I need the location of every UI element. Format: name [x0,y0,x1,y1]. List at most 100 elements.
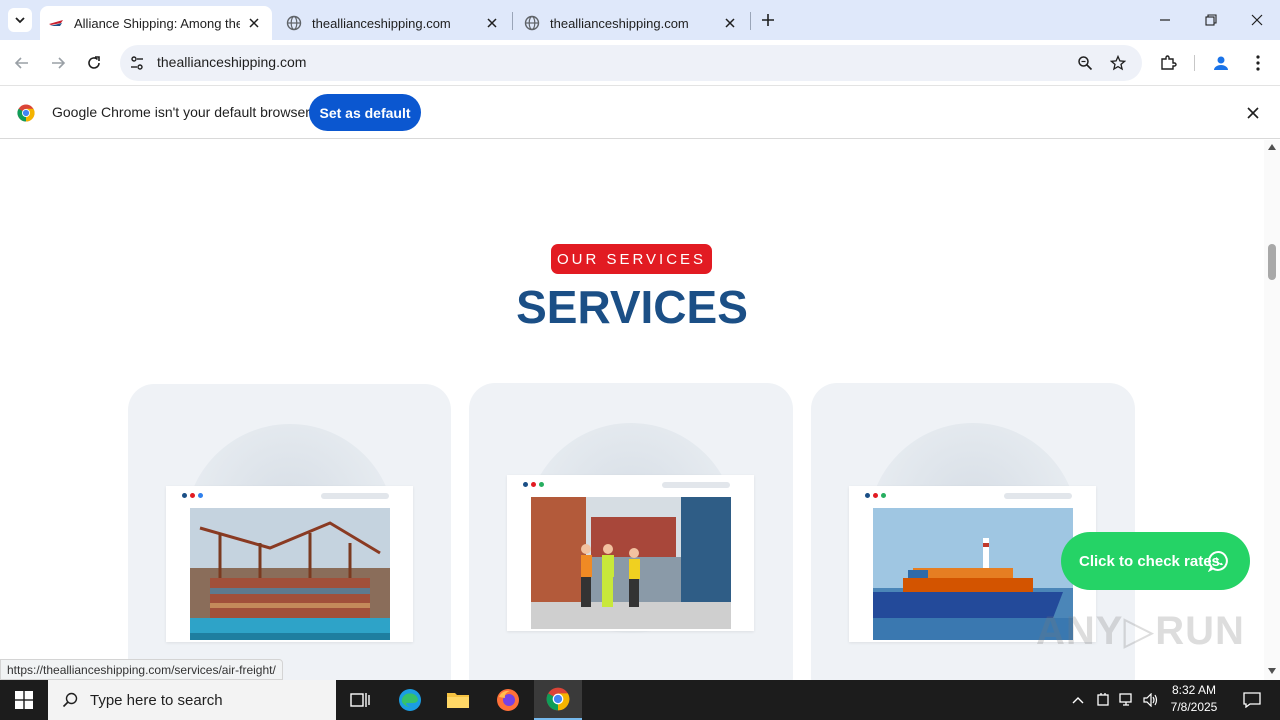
tab-close-icon[interactable] [246,15,262,31]
page-scrollbar[interactable] [1264,140,1280,680]
search-icon [62,692,78,708]
default-browser-infobar: Google Chrome isn't your default browser… [0,87,1280,139]
alliance-favicon-icon [49,20,63,26]
minimize-button[interactable] [1142,0,1188,40]
anyrun-watermark: ANY▷RUN [1036,609,1245,653]
tray-network-icon[interactable] [1116,680,1138,720]
whatsapp-rates-button[interactable]: Click to check rates [1061,532,1250,590]
port-cranes-image [190,508,390,640]
action-center-button[interactable] [1232,680,1272,720]
whatsapp-icon [1208,550,1228,572]
globe-icon [524,15,540,31]
infobar-message: Google Chrome isn't your default browser [52,104,310,120]
volume-icon [1143,693,1158,707]
star-icon[interactable] [1110,55,1126,71]
section-heading: SERVICES [516,281,748,333]
tab-title: Alliance Shipping: Among the T [74,15,240,31]
close-icon [1251,14,1263,26]
taskbar-search[interactable]: Type here to search [48,680,336,720]
service-card-warehousing[interactable] [469,383,793,680]
card-browser-frame [166,486,413,642]
tab-separator [750,12,751,30]
tab-search-button[interactable] [8,8,32,32]
frame-bar [662,482,730,488]
extensions-button[interactable] [1154,49,1182,77]
address-bar[interactable]: thealliance​shipping.com [120,45,1142,81]
clock-time: 8:32 AM [1171,683,1217,697]
device-icon [1097,693,1109,706]
chrome-logo-icon [17,104,35,122]
edge-icon [399,689,421,711]
windows-logo-icon [15,691,33,709]
scroll-up-icon[interactable] [1268,144,1276,150]
tray-volume-icon[interactable] [1140,680,1162,720]
tab-thealliance-1[interactable]: thealliance​shipping.com [278,6,510,40]
search-placeholder: Type here to search [90,691,223,709]
puzzle-icon [1161,55,1177,70]
restore-button[interactable] [1188,0,1234,40]
arrow-right-icon [52,57,66,69]
restore-icon [1205,14,1217,26]
url-text: thealliance​shipping.com [157,54,307,70]
back-button[interactable] [8,49,36,77]
scrollbar-thumb[interactable] [1268,244,1276,280]
scroll-down-icon[interactable] [1268,668,1276,674]
plus-icon [762,14,774,26]
tab-strip: Alliance Shipping: Among the T theallian… [0,0,1280,40]
globe-icon [286,15,302,31]
file-explorer-taskbar-icon[interactable] [438,680,478,720]
tab-separator [512,12,513,30]
chrome-icon [546,687,570,711]
chrome-taskbar-icon[interactable] [534,680,582,720]
status-bar-url: https://thealliance​shipping.com/service… [0,659,283,680]
edge-taskbar-icon[interactable] [390,680,430,720]
frame-dots [182,493,203,498]
tab-thealliance-2[interactable]: thealliance​shipping.com [516,6,748,40]
arrow-left-icon [14,57,28,69]
toolbar-separator [1194,55,1195,71]
taskbar-clock[interactable]: 8:32 AM 7/8/2025 [1166,682,1222,716]
start-button[interactable] [0,680,48,720]
firefox-taskbar-icon[interactable] [488,680,528,720]
reload-icon [88,56,100,69]
network-icon [1119,693,1132,706]
close-icon[interactable] [1247,107,1259,119]
frame-bar [1004,493,1072,499]
menu-button[interactable] [1244,49,1272,77]
tab-close-icon[interactable] [722,15,738,31]
task-view-icon [350,693,370,707]
reload-button[interactable] [80,49,108,77]
folder-icon [447,693,469,708]
more-vert-icon [1256,55,1260,71]
forward-button[interactable] [44,49,72,77]
frame-dots [865,493,886,498]
frame-dots [523,482,544,487]
tab-close-icon[interactable] [484,15,500,31]
set-as-default-button[interactable]: Set as default [309,94,421,131]
tab-alliance-shipping[interactable]: Alliance Shipping: Among the T [40,6,272,40]
warehouse-workers-image [531,497,731,629]
whatsapp-button-label: Click to check rates [1079,552,1220,570]
firefox-icon [497,689,519,711]
section-badge: OUR SERVICES [551,244,712,274]
site-info-icon[interactable] [129,55,145,71]
page-content: OUR SERVICES SERVICES Click to check rat… [0,140,1264,680]
new-tab-button[interactable] [758,10,778,30]
minimize-icon [1160,19,1170,21]
clock-date: 7/8/2025 [1170,700,1218,714]
show-hidden-icons[interactable] [1068,680,1088,720]
card-browser-frame [507,475,754,631]
service-card-air-freight[interactable] [128,384,451,680]
tray-device-icon[interactable] [1092,680,1114,720]
windows-taskbar: Type here to search 8:32 AM 7/8/2025 [0,680,1280,720]
tab-title: thealliance​shipping.com [550,15,689,31]
notification-icon [1243,692,1261,708]
profile-button[interactable] [1207,49,1235,77]
chevron-down-icon [15,17,25,24]
tab-title: thealliance​shipping.com [312,15,451,31]
browser-toolbar: thealliance​shipping.com [0,40,1280,86]
zoom-icon[interactable] [1077,55,1093,71]
close-window-button[interactable] [1234,0,1280,40]
chevron-up-icon [1072,697,1084,704]
task-view-button[interactable] [340,680,380,720]
